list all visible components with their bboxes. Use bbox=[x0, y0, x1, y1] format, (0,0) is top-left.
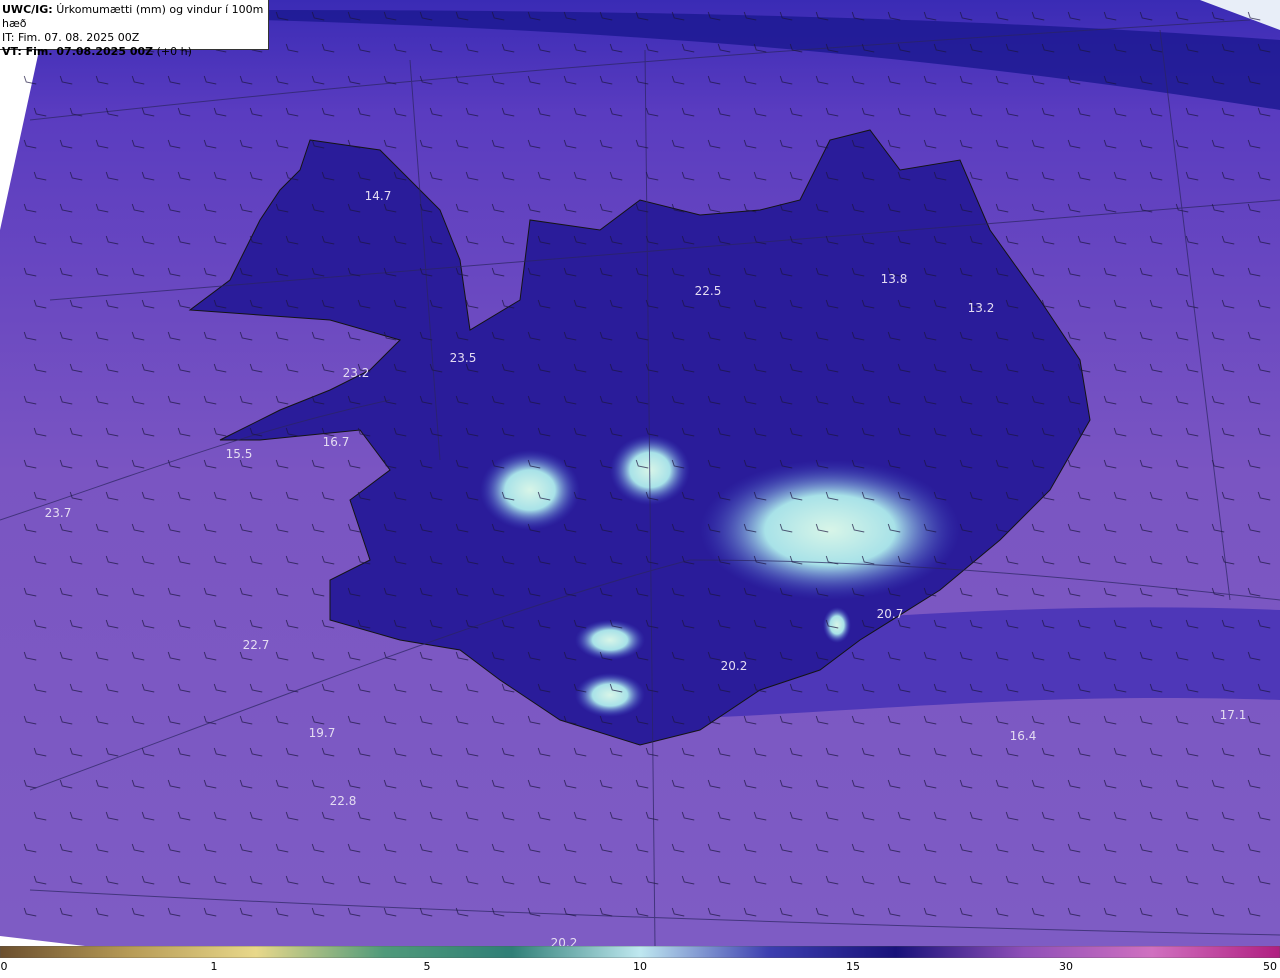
vatnajokull-glacier bbox=[700, 460, 960, 600]
colorbar-tick: 1 bbox=[210, 960, 218, 973]
colorbar-tick: 30 bbox=[1059, 960, 1073, 973]
map-value-label: 23.5 bbox=[449, 351, 477, 365]
map-value-label: 13.2 bbox=[967, 301, 995, 315]
colorbar-tick: 50 bbox=[1263, 960, 1277, 973]
valid-offset: (+0 h) bbox=[156, 45, 192, 58]
map-value-label: 22.8 bbox=[329, 794, 357, 808]
valid-time-line: VT: Fim. 07.08.2025 00Z (+0 h) bbox=[2, 45, 268, 59]
colorbar-tick: 5 bbox=[423, 960, 431, 973]
map-value-label: 13.8 bbox=[880, 272, 908, 286]
map-value-label: 23.7 bbox=[44, 506, 72, 520]
colorbar-tick: 15 bbox=[846, 960, 860, 973]
map-header: UWC/IG: Úrkomumætti (mm) og vindur í 100… bbox=[0, 0, 269, 58]
map-value-label: 17.1 bbox=[1219, 708, 1247, 722]
colorbar-tick: 10 bbox=[633, 960, 647, 973]
colorbar-ramp bbox=[0, 946, 1280, 958]
init-time: IT: Fim. 07. 08. 2025 00Z bbox=[2, 31, 140, 44]
title-line: UWC/IG: Úrkomumætti (mm) og vindur í 100… bbox=[2, 3, 268, 31]
map-value-label: 23.2 bbox=[342, 366, 370, 380]
map-value-label: 16.7 bbox=[322, 435, 350, 449]
map-value-label: 20.2 bbox=[720, 659, 748, 673]
map-value-label: 20.7 bbox=[876, 607, 904, 621]
map-value-label: 19.7 bbox=[308, 726, 336, 740]
map-value-label: 22.5 bbox=[694, 284, 722, 298]
valid-time: VT: Fim. 07.08.2025 00Z bbox=[2, 45, 154, 58]
precipitation-map bbox=[0, 0, 1280, 946]
map-value-label: 22.7 bbox=[242, 638, 270, 652]
map-value-label: 14.7 bbox=[364, 189, 392, 203]
model-name: UWC/IG: bbox=[2, 3, 53, 16]
colorbar-tick: 0 bbox=[0, 960, 8, 973]
map-value-label: 15.5 bbox=[225, 447, 253, 461]
colorbar bbox=[0, 946, 1280, 958]
map-value-label: 16.4 bbox=[1009, 729, 1037, 743]
